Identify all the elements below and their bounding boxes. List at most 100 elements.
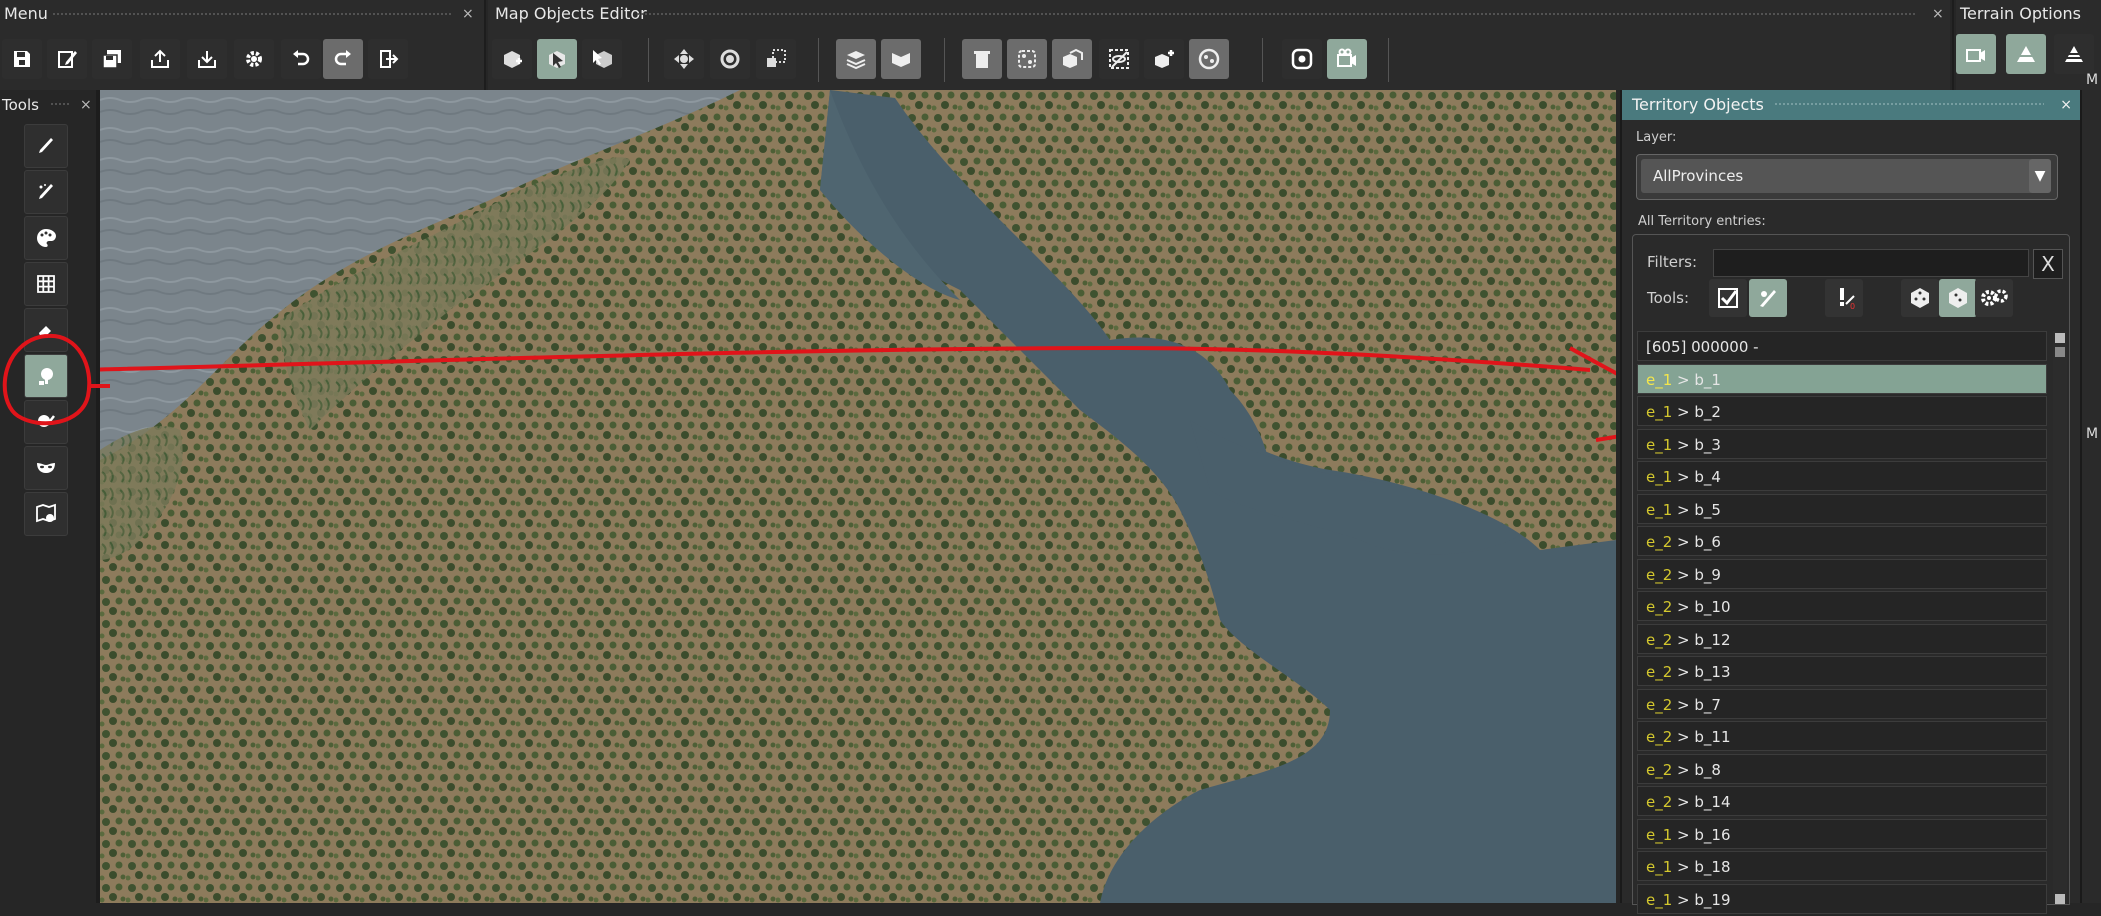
- list-item[interactable]: e_1 > b_18: [1637, 851, 2047, 881]
- save-all-icon[interactable]: [92, 39, 132, 79]
- list-item-label: > b_7: [1672, 695, 1721, 714]
- layer-dropdown[interactable]: AllProvinces ▼: [1636, 154, 2058, 200]
- list-item-prefix: e_1: [1646, 403, 1673, 421]
- list-item-prefix: e_1: [1646, 435, 1673, 454]
- random-object-icon[interactable]: [1007, 39, 1047, 79]
- palette-icon[interactable]: [24, 216, 68, 260]
- list-item[interactable]: e_1 > b_2: [1637, 396, 2047, 426]
- save-icon[interactable]: [2, 39, 42, 79]
- checkbox-check-icon[interactable]: [1709, 279, 1747, 317]
- warning-hidden-icon[interactable]: 0: [1825, 279, 1863, 317]
- list-item[interactable]: e_2 > b_13: [1637, 656, 2047, 686]
- tools-grip[interactable]: [50, 102, 70, 107]
- terrain-toolbar: [1956, 28, 2101, 90]
- scale-gizmo-icon[interactable]: [756, 39, 796, 79]
- scroll-thumb[interactable]: [2055, 347, 2065, 357]
- add-to-layer-icon[interactable]: [1144, 39, 1184, 79]
- list-item[interactable]: e_2 > b_10: [1637, 591, 2047, 621]
- list-item[interactable]: e_2 > b_7: [1637, 688, 2047, 719]
- rotate-gizmo-icon[interactable]: [710, 39, 750, 79]
- territory-grip[interactable]: [1774, 102, 2044, 107]
- list-item[interactable]: e_2 > b_8: [1637, 753, 2047, 784]
- clear-filter-button[interactable]: X: [2033, 249, 2063, 279]
- tools-panel: Tools ×: [0, 92, 96, 903]
- grid-icon[interactable]: [24, 262, 68, 306]
- move-gizmo-icon[interactable]: [664, 39, 704, 79]
- select-object-icon[interactable]: [537, 39, 577, 79]
- territory-close-icon[interactable]: ×: [2060, 90, 2072, 120]
- list-item-label: > b_10: [1672, 598, 1731, 616]
- soft-brush-icon[interactable]: [24, 170, 68, 214]
- list-item-label: > b_2: [1672, 403, 1721, 421]
- list-item[interactable]: e_1 > b_3: [1637, 428, 2047, 459]
- dice-multi-icon[interactable]: [1939, 279, 1977, 317]
- terrain-camera-icon[interactable]: [1956, 34, 1996, 74]
- mask-icon[interactable]: [24, 446, 68, 490]
- list-item-prefix: e_2: [1646, 728, 1673, 746]
- menu-close-icon[interactable]: ×: [462, 0, 474, 28]
- paint-select-icon[interactable]: [1749, 279, 1787, 317]
- list-item[interactable]: e_2 > b_12: [1637, 623, 2047, 654]
- map-viewport[interactable]: [100, 90, 1616, 903]
- list-item-label: [605] 000000 -: [1646, 338, 1759, 356]
- undo-icon[interactable]: [281, 39, 321, 79]
- tools-panel-title: Tools ×: [0, 92, 96, 118]
- list-item-prefix: e_1: [1646, 500, 1673, 519]
- separator: [1262, 38, 1263, 82]
- list-item[interactable]: e_1 > b_19: [1637, 883, 2047, 914]
- redo-icon[interactable]: [323, 39, 363, 79]
- tools-close-icon[interactable]: ×: [80, 92, 92, 118]
- import-icon[interactable]: [187, 39, 227, 79]
- list-item[interactable]: e_1 > b_4: [1637, 461, 2047, 491]
- list-item[interactable]: e_2 > b_6: [1637, 526, 2047, 556]
- paint-brush-icon[interactable]: [24, 124, 68, 168]
- editor-close-icon[interactable]: ×: [1932, 0, 1944, 28]
- exit-icon[interactable]: [368, 39, 408, 79]
- group-object-icon[interactable]: [1052, 39, 1092, 79]
- terrain-panel-title: Terrain Options: [1956, 0, 2101, 28]
- terrain-flatten-icon[interactable]: [2006, 34, 2046, 74]
- list-item[interactable]: e_1 > b_1: [1637, 363, 2047, 394]
- collapsed-right-panel: M M: [2080, 72, 2101, 903]
- separator: [1388, 38, 1389, 82]
- territory-list: [605] 000000 - e_1 > b_1 e_1 > b_2 e_1 > b_…: [1637, 331, 2047, 916]
- terrain-layer-a-icon[interactable]: [836, 39, 876, 79]
- list-item-label: > b_16: [1672, 825, 1731, 844]
- chevron-down-icon[interactable]: ▼: [2029, 159, 2051, 193]
- terrain-layer-b-icon[interactable]: [881, 39, 921, 79]
- hide-selection-icon[interactable]: [1099, 39, 1139, 79]
- editor-grip[interactable]: [636, 12, 1916, 17]
- list-scrollbar[interactable]: [2053, 331, 2067, 904]
- list-item[interactable]: e_1 > b_5: [1637, 493, 2047, 524]
- list-item-prefix: e_1: [1646, 890, 1673, 909]
- gears-icon[interactable]: [1975, 279, 2013, 317]
- list-item-label: > b_1: [1672, 370, 1721, 389]
- list-item[interactable]: e_2 > b_11: [1637, 721, 2047, 751]
- edit-file-icon[interactable]: [47, 39, 87, 79]
- entries-label: All Territory entries:: [1638, 214, 1766, 229]
- menu-panel-title: Menu ×: [0, 0, 484, 28]
- divider-menu: [484, 0, 486, 90]
- delete-object-icon[interactable]: [962, 39, 1002, 79]
- cleanup-icon[interactable]: [1189, 39, 1229, 79]
- filter-input[interactable]: [1713, 249, 2029, 277]
- list-item-prefix: e_2: [1646, 663, 1673, 681]
- add-object-icon[interactable]: [492, 39, 532, 79]
- list-item[interactable]: e_2 > b_9: [1637, 558, 2047, 589]
- settings-gear-icon[interactable]: [234, 39, 274, 79]
- list-item[interactable]: [605] 000000 -: [1637, 331, 2047, 361]
- list-item-prefix: e_2: [1646, 598, 1673, 616]
- pointer-object-icon[interactable]: [582, 39, 622, 79]
- scroll-up-icon[interactable]: [2055, 333, 2065, 343]
- map-settings-icon[interactable]: [24, 492, 68, 536]
- menu-grip[interactable]: [52, 12, 452, 17]
- list-item[interactable]: e_2 > b_14: [1637, 786, 2047, 816]
- dice-icon[interactable]: [1901, 279, 1939, 317]
- export-icon[interactable]: [140, 39, 180, 79]
- list-item[interactable]: e_1 > b_16: [1637, 818, 2047, 849]
- terrain-smooth-icon[interactable]: [2054, 34, 2094, 74]
- focus-target-icon[interactable]: [1282, 39, 1322, 79]
- list-item-prefix: e_2: [1646, 630, 1673, 649]
- camera-icon[interactable]: [1327, 39, 1367, 79]
- territory-objects-panel: Territory Objects × Layer: AllProvinces …: [1620, 90, 2080, 914]
